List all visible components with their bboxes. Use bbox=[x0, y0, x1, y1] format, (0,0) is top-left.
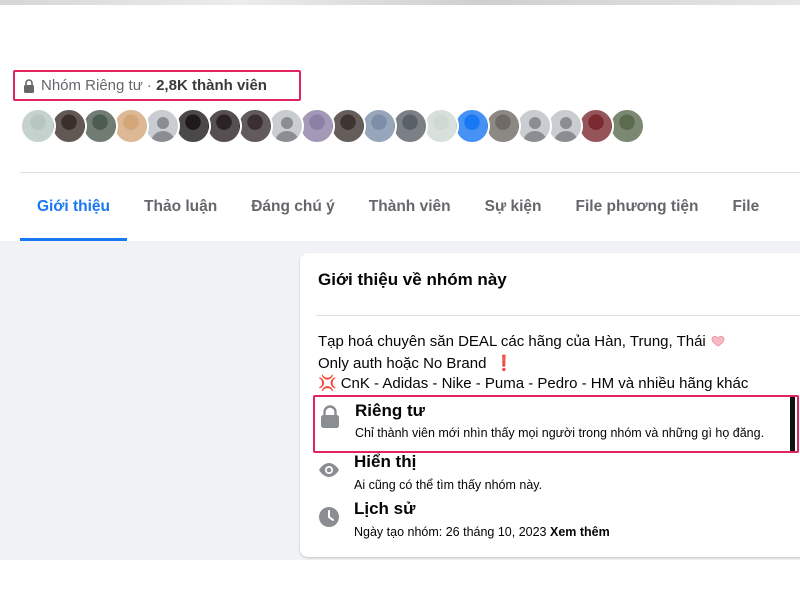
member-avatars[interactable] bbox=[20, 108, 645, 144]
privacy-row: Riêng tư Chỉ thành viên mới nhìn thấy mọ… bbox=[313, 395, 799, 453]
heart-hands-emoji-icon bbox=[711, 335, 725, 347]
member-avatar-default[interactable] bbox=[144, 108, 180, 144]
member-avatar[interactable] bbox=[392, 108, 428, 144]
scroll-edge bbox=[790, 397, 795, 451]
tab-files[interactable]: File bbox=[716, 173, 777, 241]
member-avatar[interactable] bbox=[299, 108, 335, 144]
eye-icon bbox=[319, 463, 339, 477]
tab-about[interactable]: Giới thiệu bbox=[20, 173, 128, 241]
member-avatar-default[interactable] bbox=[516, 108, 552, 144]
member-avatar[interactable] bbox=[175, 108, 211, 144]
member-avatar[interactable] bbox=[51, 108, 87, 144]
history-row: Lịch sử Ngày tạo nhóm: 26 tháng 10, 2023… bbox=[314, 499, 800, 543]
member-avatar[interactable] bbox=[454, 108, 490, 144]
history-description: Ngày tạo nhóm: 26 tháng 10, 2023 Xem thê… bbox=[354, 525, 610, 539]
tab-featured[interactable]: Đáng chú ý bbox=[234, 173, 352, 241]
card-divider bbox=[316, 315, 800, 316]
member-count[interactable]: 2,8K thành viên bbox=[156, 77, 267, 94]
description-line-2: Only auth hoặc No Brand ❗ bbox=[318, 354, 513, 372]
member-avatar[interactable] bbox=[113, 108, 149, 144]
member-avatar[interactable] bbox=[330, 108, 366, 144]
about-title: Giới thiệu về nhóm này bbox=[318, 270, 507, 289]
member-avatar[interactable] bbox=[237, 108, 273, 144]
privacy-description: Chỉ thành viên mới nhìn thấy mọi người t… bbox=[355, 426, 765, 440]
member-avatar[interactable] bbox=[82, 108, 118, 144]
see-more-link[interactable]: Xem thêm bbox=[550, 525, 610, 539]
description-line-3: 💢 CnK - Adidas - Nike - Puma - Pedro - HM… bbox=[318, 374, 748, 392]
group-privacy-summary: Nhóm Riêng tư · 2,8K thành viên bbox=[13, 70, 301, 101]
anger-symbol-icon: 💢 bbox=[318, 375, 337, 392]
member-avatar[interactable] bbox=[361, 108, 397, 144]
member-avatar[interactable] bbox=[206, 108, 242, 144]
visibility-title: Hiển thị bbox=[354, 452, 417, 471]
group-tabs: Giới thiệu Thảo luận Đáng chú ý Thành vi… bbox=[20, 173, 776, 241]
cover-photo-edge bbox=[0, 0, 800, 5]
description-text-3: CnK - Adidas - Nike - Puma - Pedro - HM … bbox=[340, 375, 749, 392]
about-card: Giới thiệu về nhóm này Tạp hoá chuyên să… bbox=[300, 253, 800, 557]
member-avatar-default[interactable] bbox=[268, 108, 304, 144]
lock-icon bbox=[24, 78, 34, 93]
member-avatar[interactable] bbox=[609, 108, 645, 144]
tab-members[interactable]: Thành viên bbox=[352, 173, 468, 241]
exclamation-icon: ❗ bbox=[494, 355, 514, 372]
lock-icon bbox=[321, 405, 339, 428]
visibility-row: Hiển thị Ai cũng có thể tìm thấy nhóm nà… bbox=[314, 452, 800, 492]
tab-events[interactable]: Sự kiện bbox=[468, 173, 559, 241]
visibility-description: Ai cũng có thể tìm thấy nhóm này. bbox=[354, 478, 543, 492]
member-avatar[interactable] bbox=[578, 108, 614, 144]
member-avatar[interactable] bbox=[423, 108, 459, 144]
description-text-2: Only auth hoặc No Brand bbox=[318, 355, 487, 372]
creation-date: Ngày tạo nhóm: 26 tháng 10, 2023 bbox=[354, 525, 547, 539]
clock-icon bbox=[319, 507, 339, 527]
tab-discussion[interactable]: Thảo luận bbox=[127, 173, 234, 241]
history-title: Lịch sử bbox=[354, 499, 416, 518]
member-avatar-default[interactable] bbox=[547, 108, 583, 144]
description-line-1: Tạp hoá chuyên săn DEAL các hãng của Hàn… bbox=[318, 333, 726, 350]
description-text-1: Tạp hoá chuyên săn DEAL các hãng của Hàn… bbox=[318, 333, 706, 350]
member-avatar[interactable] bbox=[485, 108, 521, 144]
privacy-title: Riêng tư bbox=[355, 401, 425, 420]
privacy-label: Nhóm Riêng tư · bbox=[41, 77, 152, 94]
tab-media[interactable]: File phương tiện bbox=[559, 173, 716, 241]
member-avatar[interactable] bbox=[20, 108, 56, 144]
